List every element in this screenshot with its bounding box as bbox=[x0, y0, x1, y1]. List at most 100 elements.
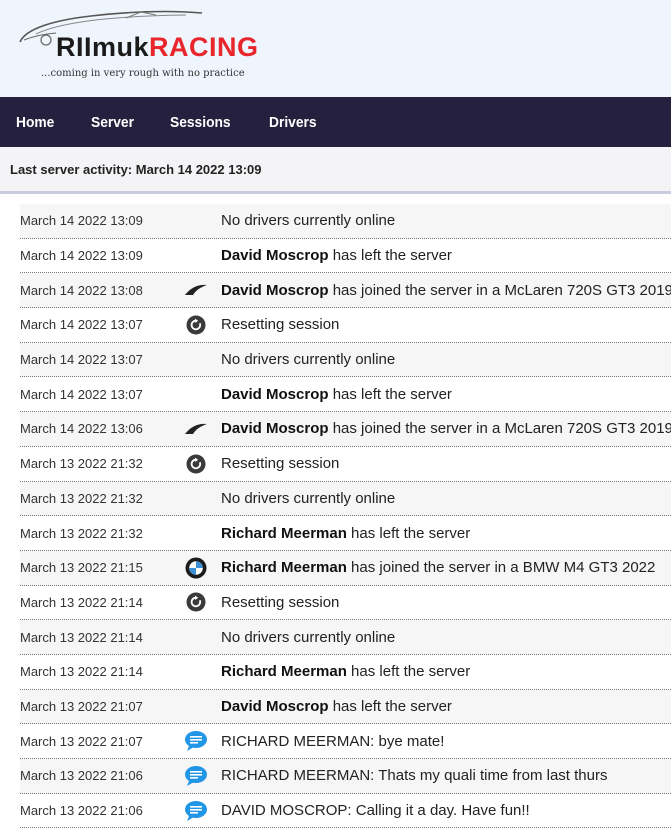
log-message: DAVID MOSCROP: Calling it a day. Have fu… bbox=[220, 802, 671, 819]
log-text: No drivers currently online bbox=[221, 628, 396, 646]
log-time: March 13 2022 21:14 bbox=[20, 629, 143, 645]
log-time: March 14 2022 13:09 bbox=[20, 213, 143, 229]
log-text: DAVID MOSCROP: Calling it a day. Have fu… bbox=[221, 802, 530, 820]
log-row: March 13 2022 21:07 David Moscrop has lef… bbox=[20, 689, 671, 725]
log-message: Resetting session bbox=[220, 594, 671, 611]
nav-drivers[interactable]: Drivers bbox=[269, 114, 317, 131]
reset-icon bbox=[172, 454, 220, 474]
nav-sessions[interactable]: Sessions bbox=[170, 114, 231, 131]
log-text: RICHARD MEERMAN: bye mate! bbox=[221, 732, 445, 750]
log-row: March 14 2022 13:07 Resetting session bbox=[20, 308, 671, 343]
bmw-logo-icon bbox=[172, 557, 220, 579]
nav-home[interactable]: Home bbox=[16, 114, 54, 131]
log-row: March 13 2022 21:06 RICHARD MEERMAN: That… bbox=[20, 759, 671, 794]
mclaren-logo-icon bbox=[172, 283, 220, 297]
activity-log: March 14 2022 13:09 No drivers currently … bbox=[20, 204, 671, 828]
driver-name[interactable]: David Moscrop bbox=[221, 247, 329, 264]
log-text: has joined the server in a BMW M4 GT3 20… bbox=[346, 559, 656, 577]
log-text: No drivers currently online bbox=[221, 351, 396, 369]
log-message: David Moscrop has joined the server in a… bbox=[220, 282, 671, 299]
brand-part1: RIImuk bbox=[56, 32, 150, 62]
driver-name[interactable]: Richard Meerman bbox=[221, 559, 347, 576]
log-time: March 13 2022 21:32 bbox=[20, 490, 143, 506]
driver-name[interactable]: Richard Meerman bbox=[221, 663, 347, 680]
log-text: Resetting session bbox=[221, 455, 340, 473]
log-time: March 13 2022 21:06 bbox=[20, 768, 143, 784]
chat-icon bbox=[172, 765, 220, 787]
log-time: March 13 2022 21:32 bbox=[20, 525, 143, 541]
log-time: March 14 2022 13:07 bbox=[20, 386, 143, 402]
log-message: Richard Meerman has joined the server in… bbox=[220, 559, 671, 576]
log-message: No drivers currently online bbox=[220, 351, 671, 368]
log-message: RICHARD MEERMAN: bye mate! bbox=[220, 733, 671, 750]
log-text: has left the server bbox=[328, 697, 452, 715]
log-time: March 13 2022 21:14 bbox=[20, 594, 143, 610]
log-row: March 13 2022 21:14 Richard Meerman has l… bbox=[20, 655, 671, 690]
log-time: March 13 2022 21:14 bbox=[20, 664, 143, 680]
driver-name[interactable]: David Moscrop bbox=[221, 420, 329, 437]
log-row: March 13 2022 21:32 Resetting session bbox=[20, 447, 671, 482]
reset-icon bbox=[172, 592, 220, 612]
log-message: RICHARD MEERMAN: Thats my quali time fro… bbox=[220, 767, 671, 784]
log-time: March 14 2022 13:08 bbox=[20, 282, 143, 298]
log-row: March 13 2022 21:06 DAVID MOSCROP: Callin… bbox=[20, 794, 671, 828]
log-row: March 14 2022 13:09 No drivers currently … bbox=[20, 204, 671, 239]
log-time: March 13 2022 21:15 bbox=[20, 560, 143, 576]
driver-name[interactable]: David Moscrop bbox=[221, 282, 329, 299]
log-row: March 13 2022 21:07 RICHARD MEERMAN: bye … bbox=[20, 724, 671, 759]
main-nav: Home Server Sessions Drivers bbox=[0, 97, 671, 147]
log-row: March 14 2022 13:07 No drivers currently … bbox=[20, 342, 671, 378]
log-text: has left the server bbox=[346, 663, 471, 681]
log-time: March 14 2022 13:06 bbox=[20, 421, 143, 437]
log-message: David Moscrop has joined the server in a… bbox=[220, 420, 671, 437]
log-row: March 14 2022 13:09 David Moscrop has lef… bbox=[20, 239, 671, 274]
log-text: No drivers currently online bbox=[221, 212, 396, 230]
log-time: March 14 2022 13:07 bbox=[20, 352, 143, 368]
brand-logo[interactable]: RIImukRACING bbox=[56, 34, 259, 61]
log-message: David Moscrop has left the server bbox=[220, 698, 671, 715]
log-row: March 14 2022 13:08 David Moscrop has joi… bbox=[20, 273, 671, 309]
log-text: has left the server bbox=[328, 247, 452, 265]
log-text: Resetting session bbox=[221, 316, 340, 334]
log-row: March 13 2022 21:32 Richard Meerman has l… bbox=[20, 516, 671, 551]
nav-server[interactable]: Server bbox=[91, 114, 134, 131]
log-row: March 13 2022 21:14 No drivers currently … bbox=[20, 620, 671, 655]
reset-icon bbox=[172, 315, 220, 335]
log-time: March 14 2022 13:09 bbox=[20, 248, 143, 264]
log-time: March 13 2022 21:07 bbox=[20, 733, 143, 749]
log-message: David Moscrop has left the server bbox=[220, 247, 671, 264]
brand-part2: RACING bbox=[149, 32, 259, 62]
log-message: No drivers currently online bbox=[220, 629, 671, 646]
driver-name[interactable]: David Moscrop bbox=[221, 698, 329, 715]
log-message: Richard Meerman has left the server bbox=[220, 663, 671, 680]
mclaren-logo-icon bbox=[172, 422, 220, 436]
chat-icon bbox=[172, 730, 220, 752]
log-text: RICHARD MEERMAN: Thats my quali time fro… bbox=[221, 767, 608, 785]
site-header: RIImukRACING ...coming in very rough wit… bbox=[0, 0, 671, 97]
log-text: has joined the server in a McLaren 720S … bbox=[328, 281, 671, 299]
log-time: March 14 2022 13:07 bbox=[20, 317, 143, 333]
log-message: Resetting session bbox=[220, 455, 671, 472]
log-message: No drivers currently online bbox=[220, 212, 671, 229]
log-text: has left the server bbox=[328, 385, 452, 403]
brand-tagline: ...coming in very rough with no practice bbox=[41, 68, 245, 79]
log-row: March 14 2022 13:07 David Moscrop has lef… bbox=[20, 377, 671, 413]
driver-name[interactable]: Richard Meerman bbox=[221, 525, 347, 542]
chat-icon bbox=[172, 800, 220, 822]
log-time: March 13 2022 21:06 bbox=[20, 803, 143, 819]
log-text: has left the server bbox=[346, 524, 471, 542]
log-time: March 13 2022 21:07 bbox=[20, 698, 143, 714]
log-message: David Moscrop has left the server bbox=[220, 386, 671, 403]
log-text: No drivers currently online bbox=[221, 489, 396, 507]
log-text: Resetting session bbox=[221, 593, 340, 611]
log-row: March 13 2022 21:15 Richard Meerman has j… bbox=[20, 550, 671, 586]
log-row: March 13 2022 21:32 No drivers currently … bbox=[20, 481, 671, 517]
log-message: No drivers currently online bbox=[220, 490, 671, 507]
driver-name[interactable]: David Moscrop bbox=[221, 386, 329, 403]
last-activity: Last server activity: March 14 2022 13:0… bbox=[0, 147, 671, 194]
log-time: March 13 2022 21:32 bbox=[20, 456, 143, 472]
log-row: March 13 2022 21:14 Resetting session bbox=[20, 586, 671, 621]
log-row: March 14 2022 13:06 David Moscrop has joi… bbox=[20, 412, 671, 447]
log-text: has joined the server in a McLaren 720S … bbox=[328, 420, 671, 438]
log-message: Richard Meerman has left the server bbox=[220, 525, 671, 542]
